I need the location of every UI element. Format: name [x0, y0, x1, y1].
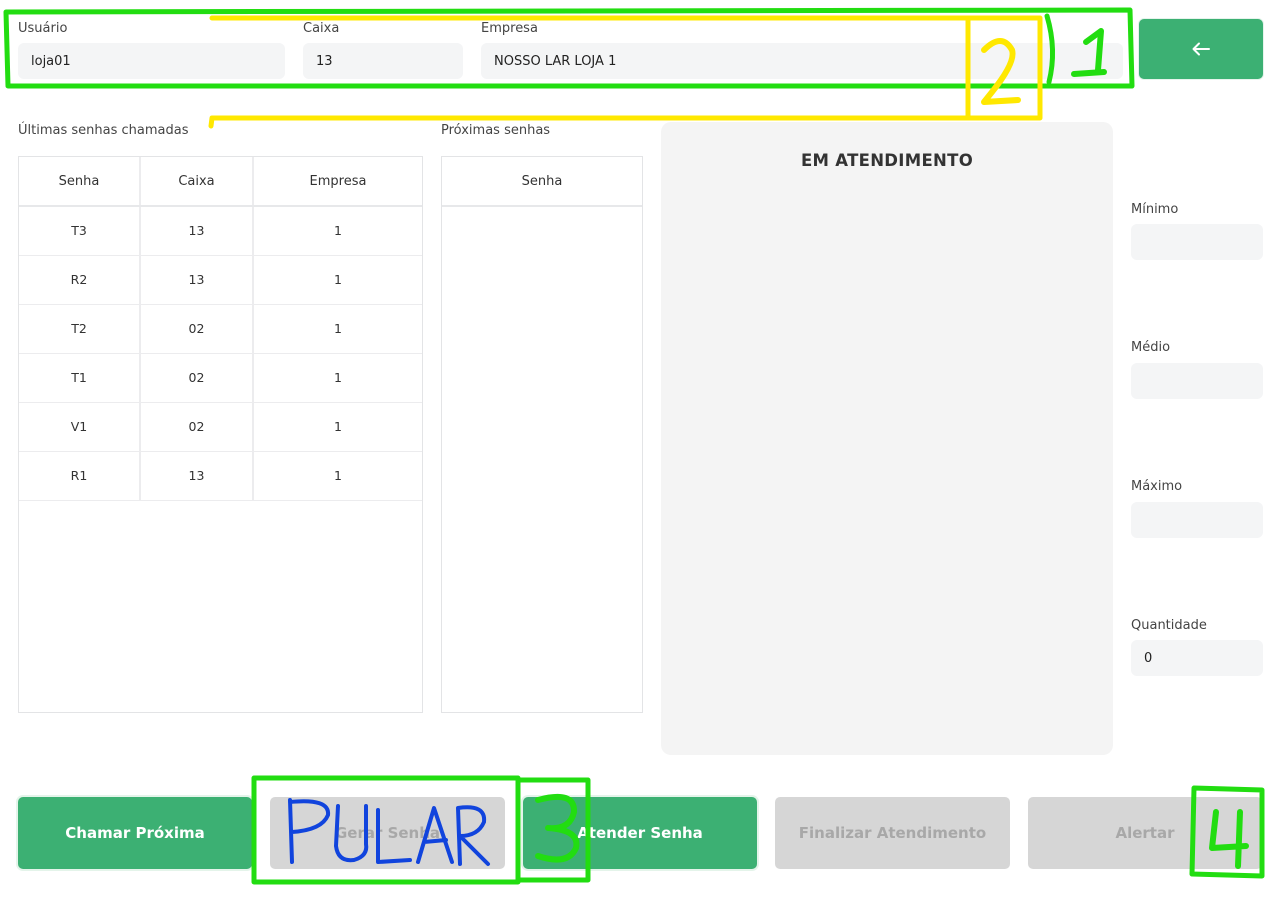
cashier-cell: 02: [139, 402, 253, 452]
cashier-cell: 02: [139, 304, 253, 354]
ticket-cell: V1: [19, 402, 140, 452]
ticket-cell: T1: [19, 353, 140, 403]
company-cell: 1: [252, 451, 422, 501]
recent-tickets-table: Senha Caixa Empresa T3 13 1 R2 13 1 T2 02 1 T1…: [18, 156, 423, 713]
table-row[interactable]: R2 13 1: [19, 255, 422, 305]
cashier-cell: 02: [139, 353, 253, 403]
table-row[interactable]: T2 02 1: [19, 304, 422, 354]
table-header-row: Senha Caixa Empresa: [19, 157, 422, 207]
alert-button[interactable]: Alertar: [1028, 797, 1262, 869]
cashier-cell: 13: [139, 255, 253, 305]
company-field[interactable]: NOSSO LAR LOJA 1: [481, 43, 1123, 79]
qty-field: 0: [1131, 640, 1263, 676]
ticket-cell: T2: [19, 304, 140, 354]
cashier-cell: 13: [139, 206, 253, 256]
company-label: Empresa: [481, 21, 538, 36]
attend-ticket-button[interactable]: Atender Senha: [523, 797, 757, 869]
column-header-senha: Senha: [19, 157, 140, 207]
arrow-left-icon: [1192, 37, 1210, 61]
company-cell: 1: [252, 255, 422, 305]
user-field[interactable]: loja01: [18, 43, 285, 79]
ticket-cell: T3: [19, 206, 140, 256]
column-header-caixa: Caixa: [139, 157, 253, 207]
back-button[interactable]: [1139, 19, 1263, 79]
column-header-empresa: Empresa: [252, 157, 422, 207]
max-label: Máximo: [1131, 479, 1183, 494]
table-header-row: Senha: [442, 157, 642, 207]
column-header-senha: Senha: [442, 157, 642, 207]
ticket-cell: R2: [19, 255, 140, 305]
min-field: [1131, 224, 1263, 260]
cashier-field[interactable]: 13: [303, 43, 463, 79]
company-cell: 1: [252, 402, 422, 452]
company-cell: 1: [252, 206, 422, 256]
table-row[interactable]: T3 13 1: [19, 206, 422, 256]
finish-attendance-button[interactable]: Finalizar Atendimento: [775, 797, 1010, 869]
min-label: Mínimo: [1131, 202, 1179, 217]
company-cell: 1: [252, 304, 422, 354]
max-field: [1131, 502, 1263, 538]
table-row[interactable]: V1 02 1: [19, 402, 422, 452]
next-tickets-label: Próximas senhas: [441, 123, 551, 138]
cashier-cell: 13: [139, 451, 253, 501]
recent-tickets-label: Últimas senhas chamadas: [18, 123, 189, 138]
user-label: Usuário: [18, 21, 68, 36]
ticket-cell: R1: [19, 451, 140, 501]
table-row[interactable]: T1 02 1: [19, 353, 422, 403]
company-cell: 1: [252, 353, 422, 403]
next-tickets-table: Senha: [441, 156, 643, 713]
table-row[interactable]: R1 13 1: [19, 451, 422, 501]
attending-title: EM ATENDIMENTO: [800, 151, 974, 170]
avg-label: Médio: [1131, 340, 1171, 355]
generate-ticket-button[interactable]: Gerar Senha: [270, 797, 505, 869]
cashier-label: Caixa: [303, 21, 340, 36]
avg-field: [1131, 363, 1263, 399]
qty-label: Quantidade: [1131, 618, 1207, 633]
attending-panel: EM ATENDIMENTO: [661, 122, 1113, 755]
call-next-button[interactable]: Chamar Próxima: [18, 797, 252, 869]
